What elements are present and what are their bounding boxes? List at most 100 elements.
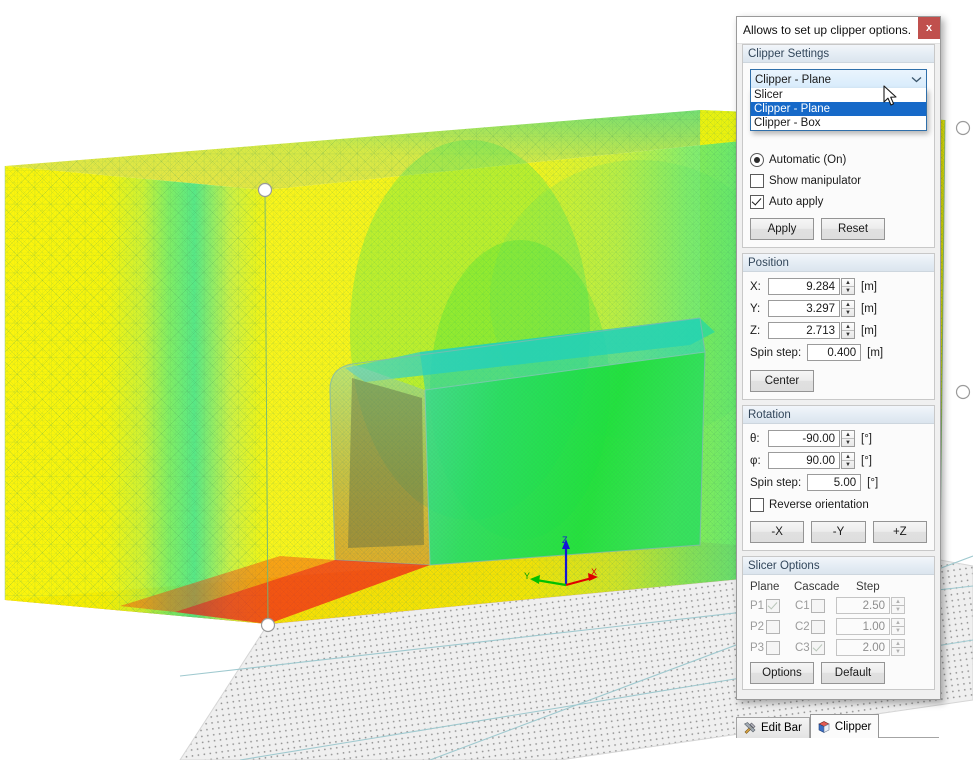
slicer-row: P3 C3 2.00 ▲ ▼ — [750, 639, 927, 656]
panel-title: Allows to set up clipper options. — [743, 23, 912, 37]
tools-icon — [743, 721, 757, 735]
group-header-clipper-settings: Clipper Settings — [743, 45, 934, 63]
spin-up-icon[interactable]: ▲ — [842, 431, 854, 439]
axis-plus-z-button[interactable]: +Z — [872, 521, 927, 543]
apply-button[interactable]: Apply — [750, 218, 814, 240]
slicer-plane-label-p2: P2 — [750, 620, 765, 633]
checkbox-auto-apply[interactable] — [750, 195, 764, 209]
checkbox-plane-p1 — [766, 598, 780, 613]
group-position: Position X: 9.284 ▲ ▼ [m] Y: 3.297 ▲ ▼ [… — [742, 253, 935, 400]
rotation-theta-input[interactable]: -90.00 — [768, 430, 840, 447]
spin-down-icon[interactable]: ▼ — [842, 439, 854, 446]
rotation-phi-spinner[interactable]: ▲ ▼ — [841, 452, 855, 469]
spin-down-icon: ▼ — [895, 606, 901, 613]
auto-apply-row[interactable]: Auto apply — [750, 195, 927, 209]
spin-up-icon: ▲ — [892, 619, 904, 627]
show-manipulator-label: Show manipulator — [769, 175, 862, 187]
tab-edit-bar[interactable]: Edit Bar — [736, 717, 810, 738]
clipper-mode-dropdown-list[interactable]: Slicer Clipper - Plane Clipper - Box — [750, 88, 927, 131]
clipper-mode-combobox[interactable]: Clipper - Plane — [750, 69, 927, 90]
axis-z-label: Z — [562, 535, 568, 545]
axis-y-label: Y — [524, 571, 530, 581]
reverse-orientation-row[interactable]: Reverse orientation — [750, 498, 927, 512]
slicer-options-button[interactable]: Options — [750, 662, 814, 684]
checkbox-show-manipulator[interactable] — [750, 174, 764, 188]
slicer-cascade-label-c3: C3 — [795, 641, 810, 654]
rotation-theta-spinner[interactable]: ▲ ▼ — [841, 430, 855, 447]
tab-clipper[interactable]: Clipper — [809, 714, 880, 738]
checkbox-reverse-orientation[interactable] — [750, 498, 764, 512]
slicer-step-input-3: 2.00 — [836, 639, 890, 656]
clipper-handle[interactable] — [955, 120, 971, 136]
checkbox-plane-p3 — [766, 640, 780, 655]
position-z-input[interactable]: 2.713 — [768, 322, 840, 339]
tab-clipper-label: Clipper — [834, 720, 872, 733]
position-x-input[interactable]: 9.284 — [768, 278, 840, 295]
group-slicer-options: Slicer Options Plane Cascade Step P1 C1 … — [742, 556, 935, 690]
rotation-phi-unit: [°] — [861, 454, 872, 467]
slicer-default-button[interactable]: Default — [821, 662, 885, 684]
automatic-radio-row[interactable]: Automatic (On) — [750, 153, 927, 167]
rotation-phi-input[interactable]: 90.00 — [768, 452, 840, 469]
center-button[interactable]: Center — [750, 370, 814, 392]
rotation-spin-step-unit: [°] — [867, 476, 879, 489]
dropdown-option-clipper-box[interactable]: Clipper - Box — [751, 116, 926, 130]
spin-down-icon[interactable]: ▼ — [842, 331, 854, 338]
group-header-slicer-options: Slicer Options — [743, 557, 934, 575]
slicer-plane-label-p3: P3 — [750, 641, 765, 654]
slicer-header-plane: Plane — [750, 581, 780, 593]
radio-automatic[interactable] — [750, 153, 764, 167]
rotation-theta-row: θ: -90.00 ▲ ▼ [°] — [750, 430, 927, 447]
show-manipulator-row[interactable]: Show manipulator — [750, 174, 927, 188]
cube-icon — [817, 720, 831, 734]
slicer-step-spinner-2: ▲ ▼ — [891, 618, 905, 635]
slicer-header-step: Step — [856, 581, 880, 593]
slicer-step-spinner-1: ▲ ▼ — [891, 597, 905, 614]
auto-apply-label: Auto apply — [769, 196, 824, 208]
panel-titlebar[interactable]: Allows to set up clipper options. x — [737, 17, 940, 44]
dropdown-option-clipper-plane[interactable]: Clipper - Plane — [751, 102, 926, 116]
clipper-mode-combo-wrap: Clipper - Plane Slicer Clipper - Plane C… — [750, 69, 927, 131]
spin-down-icon: ▼ — [895, 648, 901, 655]
spin-down-icon[interactable]: ▼ — [842, 287, 854, 294]
reset-button[interactable]: Reset — [821, 218, 885, 240]
position-spin-step-input[interactable]: 0.400 — [807, 344, 862, 361]
slicer-header-cascade: Cascade — [794, 581, 840, 593]
chevron-down-icon[interactable] — [911, 70, 922, 89]
group-clipper-settings: Clipper Settings Clipper - Plane Slicer … — [742, 44, 935, 248]
spin-up-icon[interactable]: ▲ — [842, 323, 854, 331]
tab-edit-bar-label: Edit Bar — [761, 722, 802, 734]
close-icon[interactable]: x — [918, 17, 940, 39]
position-z-spinner[interactable]: ▲ ▼ — [841, 322, 855, 339]
spin-up-icon[interactable]: ▲ — [842, 279, 854, 287]
spin-down-icon: ▼ — [895, 627, 901, 634]
spin-down-icon[interactable]: ▼ — [842, 461, 854, 468]
axis-minus-y-button[interactable]: -Y — [811, 521, 866, 543]
clipper-mode-value: Clipper - Plane — [755, 73, 832, 86]
position-y-row: Y: 3.297 ▲ ▼ [m] — [750, 300, 927, 317]
axis-minus-x-button[interactable]: -X — [750, 521, 805, 543]
rotation-spin-step-row: Spin step: 5.00 [°] — [750, 474, 927, 491]
clipper-options-panel[interactable]: Allows to set up clipper options. x Clip… — [736, 16, 941, 700]
center-button-row: Center — [750, 370, 927, 392]
rotation-theta-unit: [°] — [861, 432, 872, 445]
rotation-spin-step-input[interactable]: 5.00 — [807, 474, 862, 491]
position-spin-step-row: Spin step: 0.400 [m] — [750, 344, 927, 361]
position-y-unit: [m] — [861, 302, 877, 315]
position-y-spinner[interactable]: ▲ ▼ — [841, 300, 855, 317]
position-y-input[interactable]: 3.297 — [768, 300, 840, 317]
clipper-handle[interactable] — [257, 182, 273, 198]
spin-down-icon[interactable]: ▼ — [842, 309, 854, 316]
spin-up-icon[interactable]: ▲ — [842, 453, 854, 461]
position-x-label: X: — [750, 280, 761, 293]
rotation-spin-step-label: Spin step: — [750, 476, 802, 489]
position-z-row: Z: 2.713 ▲ ▼ [m] — [750, 322, 927, 339]
position-x-spinner[interactable]: ▲ ▼ — [841, 278, 855, 295]
clipper-handle[interactable] — [260, 617, 276, 633]
slicer-step-spinner-3: ▲ ▼ — [891, 639, 905, 656]
dropdown-option-slicer[interactable]: Slicer — [751, 88, 926, 102]
slicer-step-input-1: 2.50 — [836, 597, 890, 614]
spin-up-icon[interactable]: ▲ — [842, 301, 854, 309]
clipper-handle[interactable] — [955, 384, 971, 400]
slicer-step-input-2: 1.00 — [836, 618, 890, 635]
